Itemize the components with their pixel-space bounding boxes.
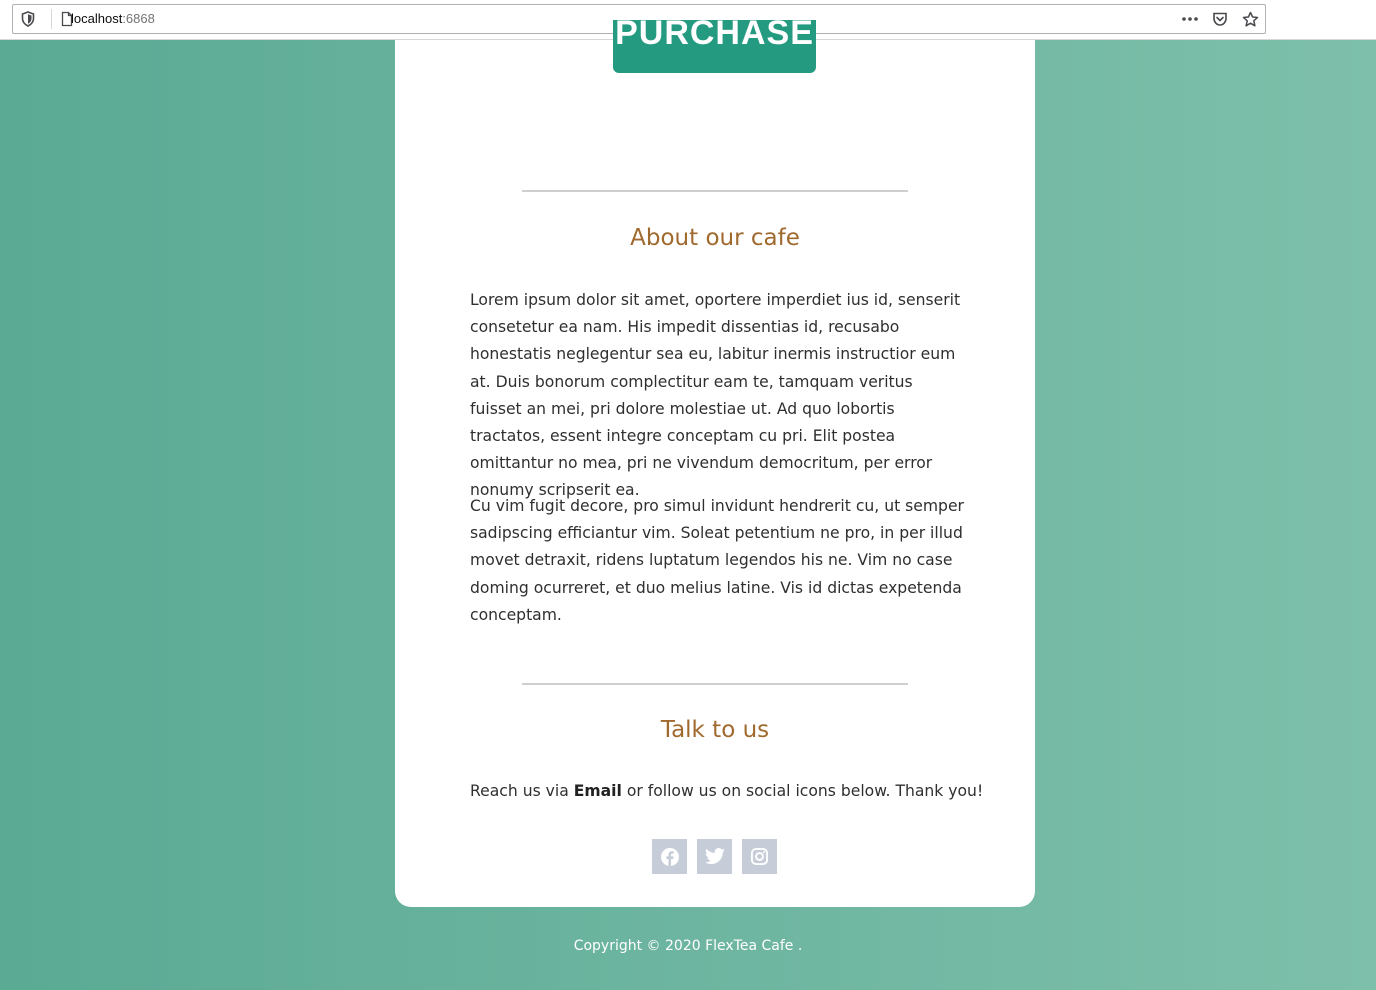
instagram-icon[interactable] <box>742 839 777 874</box>
email-link[interactable]: Email <box>574 782 622 800</box>
about-paragraph-2: Cu vim fugit decore, pro simul invidunt … <box>470 497 964 624</box>
section-divider <box>522 683 908 685</box>
url-host: localhost <box>71 11 123 26</box>
footer-copyright: Copyright © 2020 FlexTea Cafe . <box>573 938 803 954</box>
about-title: About our cafe <box>630 225 800 251</box>
section-divider <box>522 190 908 192</box>
social-links <box>652 839 777 874</box>
about-paragraph-1: Lorem ipsum dolor sit amet, oportere imp… <box>470 291 961 500</box>
urlbar-separator <box>51 9 52 29</box>
purchase-button[interactable]: PURCHASE <box>613 20 816 73</box>
facebook-icon[interactable] <box>652 839 687 874</box>
pocket-icon[interactable] <box>1211 10 1229 28</box>
shield-icon[interactable] <box>21 11 35 27</box>
contact-title: Talk to us <box>660 717 770 743</box>
url-text[interactable]: localhost:6868 <box>71 11 155 26</box>
more-icon[interactable] <box>1181 10 1199 28</box>
purchase-button-label: PURCHASE <box>615 20 814 52</box>
twitter-icon[interactable] <box>697 839 732 874</box>
contact-text: Reach us via Email or follow us on socia… <box>470 778 990 805</box>
url-port: :6868 <box>122 11 155 26</box>
contact-text-after: or follow us on social icons below. Than… <box>621 782 984 800</box>
bookmark-star-icon[interactable] <box>1241 10 1259 28</box>
urlbar-actions <box>1181 10 1259 28</box>
content-card: PURCHASE About our cafe Lorem ipsum dolo… <box>395 20 1035 907</box>
contact-text-before: Reach us via <box>470 782 574 800</box>
